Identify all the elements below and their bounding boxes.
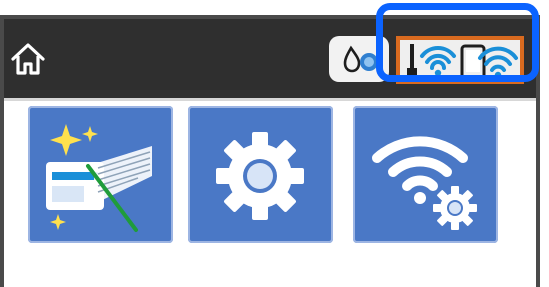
print-head-maintenance-icon	[46, 124, 152, 232]
maintenance-tile[interactable]	[28, 106, 173, 243]
wifi-settings-icon	[372, 136, 477, 230]
wifi-settings-tile[interactable]	[353, 106, 498, 243]
highlight-callout	[376, 3, 539, 82]
home-icon	[11, 43, 45, 75]
settings-gear-icon	[216, 132, 304, 220]
printer-panel-screenshot	[0, 0, 549, 287]
settings-tile[interactable]	[188, 106, 333, 243]
home-button[interactable]	[8, 39, 48, 79]
status-divider	[4, 98, 536, 101]
